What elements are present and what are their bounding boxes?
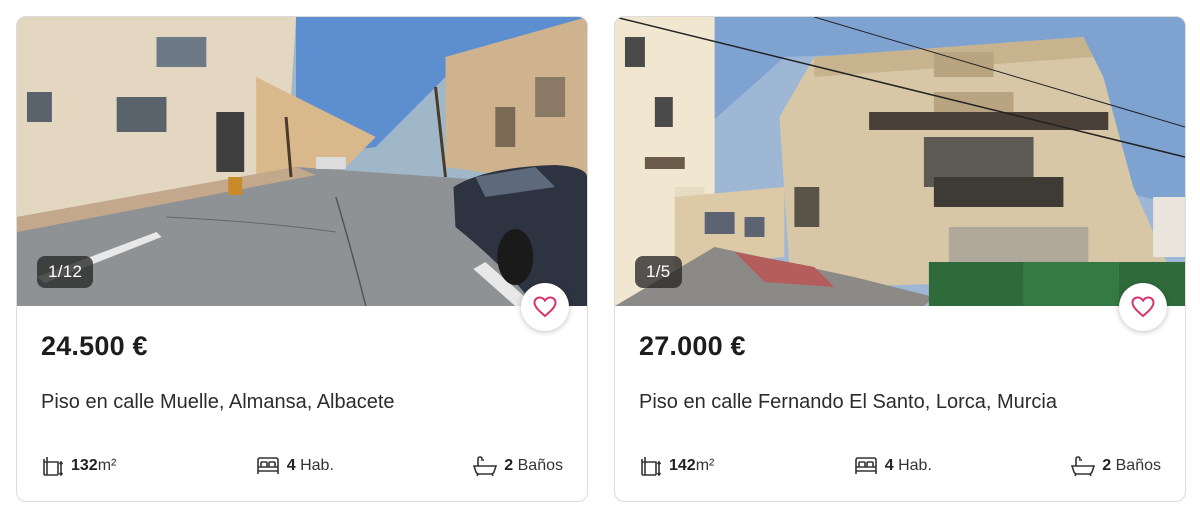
favorite-button[interactable] [1119,283,1167,331]
listing-features: 142m² 4 Hab. 2 Baños [639,454,1161,478]
bath-icon [473,456,498,477]
photo-counter: 1/12 [37,256,94,288]
rooms-unit: Hab. [300,457,334,474]
feature-rooms: 4 Hab. [853,454,932,478]
area-unit: m² [97,457,117,474]
feature-area: 132m² [41,454,116,478]
rooms-value: 4 [286,457,296,474]
listing-features: 132m² 4 Hab. 2 Baños [41,454,563,478]
bed-icon [854,457,877,474]
listing-card[interactable]: 1/12 24.500 € Piso en calle Muelle, Alma… [16,16,588,502]
building-photo-image [615,17,1185,306]
listing-title[interactable]: Piso en calle Fernando El Santo, Lorca, … [639,391,1057,414]
street-photo-image [17,17,587,306]
listing-price: 27.000 € [639,331,746,361]
listing-photo[interactable]: 1/5 [615,17,1185,306]
rooms-value: 4 [884,457,894,474]
favorite-button[interactable] [521,283,569,331]
area-icon [43,457,64,477]
feature-baths: 2 Baños [472,454,563,478]
feature-baths: 2 Baños [1070,454,1161,478]
feature-rooms: 4 Hab. [255,454,334,478]
bed-icon [256,457,279,474]
baths-value: 2 [1102,457,1112,474]
baths-unit: Baños [517,457,563,474]
area-value: 142 [669,457,696,474]
listing-grid: 1/12 24.500 € Piso en calle Muelle, Alma… [0,0,1200,511]
listing-title[interactable]: Piso en calle Muelle, Almansa, Albacete [41,391,395,414]
photo-counter: 1/5 [635,256,682,288]
listing-card[interactable]: 1/5 27.000 € Piso en calle Fernando El S… [614,16,1186,502]
area-value: 132 [71,457,98,474]
area-unit: m² [695,457,715,474]
rooms-unit: Hab. [898,457,932,474]
baths-unit: Baños [1115,457,1161,474]
listing-price: 24.500 € [41,331,148,361]
baths-value: 2 [504,457,514,474]
bath-icon [1071,456,1096,477]
listing-photo[interactable]: 1/12 [17,17,587,306]
area-icon [641,457,662,477]
feature-area: 142m² [639,454,714,478]
heart-icon [1131,296,1155,318]
heart-icon [533,296,557,318]
